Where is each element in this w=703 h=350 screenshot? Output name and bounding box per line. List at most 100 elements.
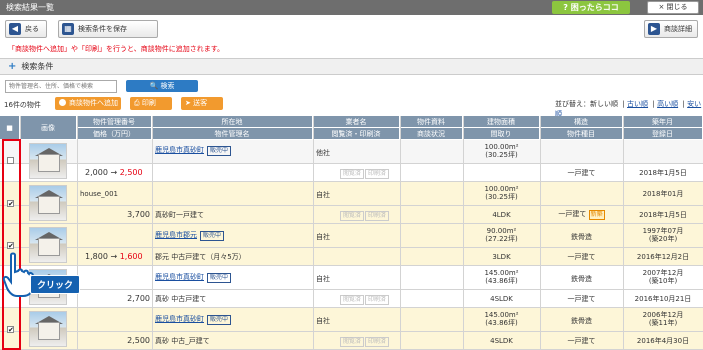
location-link[interactable]: 鹿児島市真砂町 — [155, 146, 204, 154]
details-button-label: 商談詳細 — [664, 25, 692, 33]
close-button-label: 閉じる — [666, 3, 688, 11]
printed-badge: 印刷済 — [365, 169, 390, 179]
close-button[interactable]: × 閉じる — [647, 1, 699, 14]
print-button[interactable]: ⎙ 印刷 — [130, 97, 172, 110]
location-cell: 鹿児島市郡元 販売中 — [155, 231, 225, 241]
header-photo: 画像 — [20, 116, 77, 140]
status-badge: 販売中 — [200, 231, 225, 241]
owner-cell: 自社 — [316, 317, 330, 325]
price-cell: 2,500 — [127, 336, 150, 345]
property-photo[interactable] — [29, 185, 67, 221]
save-conditions-label: 検索条件を保存 — [78, 25, 127, 33]
back-button-label: 戻る — [25, 25, 39, 33]
close-icon: × — [658, 3, 665, 11]
header-type: 物件種目 — [540, 128, 623, 140]
registered-cell: 2016年4月30日 — [636, 337, 690, 345]
property-photo[interactable] — [29, 227, 67, 263]
add-to-deals-button[interactable]: 商談物件へ追加 — [55, 97, 121, 110]
add-icon — [59, 99, 66, 106]
plus-icon: + — [8, 61, 17, 72]
notice-text: 「商談物件へ追加」や「印刷」を行うと、商談物件に追加されます。 — [8, 45, 225, 53]
header-area: 建物面積 — [463, 116, 540, 128]
save-conditions-button[interactable]: ▦ 検索条件を保存 — [58, 20, 158, 38]
price-cell: 2,000 → 2,500 — [85, 168, 143, 177]
printed-badge: 印刷済 — [365, 295, 390, 305]
location-cell: 鹿児島市真砂町 販売中 — [155, 273, 232, 283]
status-badge: 販売中 — [207, 146, 232, 156]
back-button[interactable]: ◀ 戻る — [5, 20, 47, 38]
sort-label: 並び替え： — [555, 100, 590, 108]
status-badge: 販売中 — [207, 315, 232, 325]
search-icon: 🔍 — [149, 82, 159, 90]
mgmt-name-cell: 真砂 中古_戸建て — [155, 337, 210, 345]
type-cell: 一戸建て — [567, 253, 596, 261]
header-price: 価格（万円） — [77, 128, 152, 140]
price-cell: 3,700 — [127, 210, 150, 219]
registered-cell: 2016年12月2日 — [636, 253, 690, 261]
send-label: 送客 — [193, 99, 208, 107]
header-owner: 業者名 — [313, 116, 400, 128]
search-input[interactable] — [5, 80, 117, 93]
header-docs: 閲覧済・印刷済 — [313, 128, 400, 140]
owner-cell: 他社 — [316, 149, 330, 157]
type-cell: 一戸建て — [567, 337, 596, 345]
print-icon: ⎙ — [134, 99, 140, 107]
location-link[interactable]: 鹿児島市真砂町 — [155, 315, 204, 323]
layout-cell: 4SLDK — [490, 295, 513, 303]
result-count: 16件の物件 — [4, 101, 41, 109]
docs-cell: 閲覧済 印刷済 — [340, 169, 390, 179]
docs-cell: 閲覧済 印刷済 — [340, 337, 390, 347]
registered-cell: 2016年10月21日 — [634, 295, 692, 303]
search-button[interactable]: 🔍 検索 — [126, 80, 198, 92]
built-cell: 2007年12月 (築10年) — [642, 269, 684, 286]
location-cell: 鹿児島市真砂町 販売中 — [155, 315, 232, 325]
help-button-label: 困ったらココ — [570, 3, 619, 12]
mgmt-name-cell: 真砂町一戸建て — [155, 211, 204, 219]
price-new: 1,600 — [119, 252, 143, 261]
registered-cell: 2018年1月5日 — [639, 169, 687, 177]
docs-cell: 閲覧済 印刷済 — [340, 211, 390, 221]
add-label: 商談物件へ追加 — [69, 99, 118, 107]
area-cell: 100.00m² (30.25坪) — [484, 143, 519, 160]
area-cell: 145.00m² (43.86坪) — [484, 311, 519, 328]
structure-cell: 鉄骨造 — [571, 275, 592, 283]
header-select-all[interactable]: ■ — [0, 116, 20, 140]
built-cell: 1997年07月 (築20年) — [642, 227, 684, 244]
print-label: 印刷 — [141, 99, 156, 107]
header-mgmt-no: 物件管理番号 — [77, 116, 152, 128]
property-photo[interactable] — [29, 143, 67, 179]
new-badge: 新築 — [588, 210, 605, 220]
price-old: 1,800 — [85, 252, 108, 261]
sort-option-high[interactable]: 高い順 — [657, 100, 678, 108]
send-button[interactable]: ➤ 送客 — [181, 97, 223, 110]
mgmt-name-cell: 真砂 中古戸建て — [155, 295, 207, 303]
sort-option-old[interactable]: 古い順 — [627, 100, 648, 108]
click-label: クリック — [30, 275, 81, 294]
price-new: 2,500 — [119, 168, 143, 177]
layout-cell: 3LDK — [492, 253, 511, 261]
search-conditions-toggle[interactable]: + 検索条件 — [0, 58, 703, 75]
location-link[interactable]: 鹿児島市郡元 — [155, 231, 197, 239]
details-button[interactable]: ▶ 商談詳細 — [644, 20, 698, 38]
sort-current: 新しい順 — [590, 100, 618, 108]
printed-badge: 印刷済 — [365, 211, 390, 221]
property-photo[interactable] — [29, 311, 67, 347]
send-icon: ➤ — [185, 99, 191, 107]
area-cell: 145.00m² (43.86坪) — [484, 269, 519, 286]
header-built: 築年月 — [623, 116, 703, 128]
header-material: 物件資料 — [400, 116, 463, 128]
header-location: 所在地 — [152, 116, 313, 128]
location-link[interactable]: 鹿児島市真砂町 — [155, 273, 204, 281]
owner-cell: 自社 — [316, 275, 330, 283]
layout-cell: 4LDK — [492, 211, 511, 219]
table-row — [0, 140, 703, 164]
built-cell: 2018年01月 — [642, 190, 684, 198]
area-cell: 100.00m² (30.25坪) — [484, 185, 519, 202]
help-button[interactable]: ? 困ったらココ — [552, 1, 630, 14]
header-mgmt-name: 物件管理名 — [152, 128, 313, 140]
area-cell: 90.00m² (27.22坪) — [485, 227, 518, 244]
header-structure: 構造 — [540, 116, 623, 128]
location-cell: 鹿児島市真砂町 販売中 — [155, 146, 232, 156]
header-layout: 間取り — [463, 128, 540, 140]
search-conditions-label: 検索条件 — [21, 62, 54, 71]
